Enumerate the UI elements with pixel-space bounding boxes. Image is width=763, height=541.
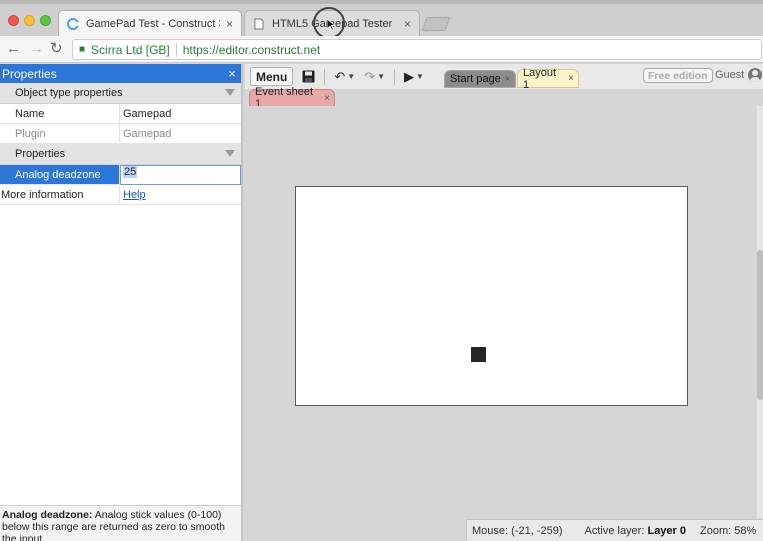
property-help-box: Analog deadzone: Analog stick values (0-… <box>0 505 241 541</box>
status-bar: Mouse: (-21, -259) Active layer: Layer 0… <box>466 519 763 541</box>
minimize-window-button[interactable] <box>24 15 35 26</box>
collapse-caret-icon[interactable] <box>225 89 235 96</box>
tab-layout-1[interactable]: Layout 1 × <box>517 66 579 91</box>
tab-start-page[interactable]: Start page × <box>444 70 516 88</box>
close-tab-icon[interactable]: × <box>404 17 411 31</box>
tab-label: Start page <box>450 73 501 85</box>
property-row-more-information: More information Help <box>0 185 241 205</box>
play-icon[interactable]: ▶ <box>404 69 414 84</box>
properties-panel: Properties × Object type properties Name… <box>0 64 243 541</box>
active-layer-value: Layer 0 <box>647 524 686 537</box>
panel-title: Properties <box>2 66 57 81</box>
help-title: Analog deadzone: <box>2 509 93 521</box>
analog-deadzone-value: 25 <box>123 165 138 178</box>
menu-bar-edge <box>0 0 763 4</box>
lock-icon: ■ <box>79 44 86 55</box>
url-text: https://editor.construct.net <box>182 42 321 57</box>
property-value: Gamepad <box>123 127 172 140</box>
browser-tab-strip: GamePad Test - Construct 3 × HTML5 Gamep… <box>0 0 763 37</box>
address-bar[interactable]: ■ Scirra Ltd [GB] https://editor.constru… <box>72 39 762 60</box>
help-link[interactable]: Help <box>123 189 146 201</box>
undo-icon[interactable]: ↶ <box>334 69 345 84</box>
close-tab-icon[interactable]: × <box>324 93 330 104</box>
mouse-coordinates: Mouse: (-21, -259) <box>472 524 563 537</box>
property-row-name[interactable]: Name Gamepad <box>0 104 241 124</box>
active-layer-label: Active layer: <box>584 524 645 537</box>
properties-header: Properties × <box>0 64 241 83</box>
toolbar-divider <box>324 68 326 85</box>
property-label: Plugin <box>0 124 120 143</box>
mouse-cursor-icon <box>327 19 335 31</box>
tab-event-sheet-1[interactable]: Event sheet 1 × <box>249 86 335 110</box>
tab-title: GamePad Test - Construct 3 <box>86 18 220 30</box>
scrollbar-thumb[interactable] <box>757 250 763 400</box>
browser-tab-construct[interactable]: GamePad Test - Construct 3 × <box>58 10 242 37</box>
toolbar-divider <box>394 68 395 85</box>
redo-icon[interactable]: ↷ <box>364 69 375 84</box>
close-tab-icon[interactable]: × <box>226 17 233 31</box>
property-label: Analog deadzone <box>0 165 120 184</box>
maximize-window-button[interactable] <box>40 15 51 26</box>
menu-button[interactable]: Menu <box>250 67 294 86</box>
property-value-cell: Help <box>120 185 241 204</box>
site-identity: Scirra Ltd [GB] <box>91 42 170 57</box>
section-label: Properties <box>15 148 66 160</box>
back-arrow-icon[interactable]: ← <box>6 41 21 57</box>
forward-arrow-icon[interactable]: → <box>29 41 44 57</box>
free-edition-badge[interactable]: Free edition <box>643 68 713 83</box>
layout-canvas[interactable] <box>295 186 688 406</box>
analog-deadzone-input[interactable]: 25 <box>120 164 241 185</box>
close-window-button[interactable] <box>8 15 19 26</box>
play-dropdown-icon[interactable]: ▼ <box>416 72 424 81</box>
collapse-caret-icon[interactable] <box>225 150 235 157</box>
property-value-cell: 25 <box>120 164 241 185</box>
section-label: Object type properties <box>15 87 123 99</box>
tab-label: Layout 1 <box>523 66 557 91</box>
undo-dropdown-icon[interactable]: ▼ <box>347 72 355 81</box>
new-tab-button[interactable] <box>421 17 451 31</box>
property-row-plugin: Plugin Gamepad <box>0 124 241 144</box>
gamepad-object-instance[interactable] <box>471 347 486 362</box>
user-name[interactable]: Guest <box>715 69 744 81</box>
close-tab-icon[interactable]: × <box>505 74 511 85</box>
active-layer-status: Active layer: Layer 0 <box>584 525 686 537</box>
redo-dropdown-icon[interactable]: ▼ <box>377 72 385 81</box>
reload-icon[interactable]: ↻ <box>50 41 63 57</box>
construct-logo-icon <box>67 18 79 30</box>
section-properties[interactable]: Properties <box>0 144 241 165</box>
page-icon <box>254 18 264 29</box>
zoom-level: Zoom: 58% <box>700 524 757 537</box>
property-value[interactable]: Gamepad <box>120 104 241 123</box>
browser-toolbar: ← → ↻ ■ Scirra Ltd [GB] https://editor.c… <box>0 36 763 63</box>
address-divider <box>175 42 177 57</box>
save-icon[interactable] <box>302 70 315 83</box>
close-panel-icon[interactable]: × <box>223 66 241 81</box>
property-label: Name <box>0 104 120 123</box>
section-object-type-properties[interactable]: Object type properties <box>0 83 241 104</box>
close-tab-icon[interactable]: × <box>568 73 574 84</box>
user-avatar-icon[interactable] <box>748 68 762 82</box>
property-row-analog-deadzone[interactable]: Analog deadzone 25 <box>0 164 241 185</box>
property-label: More information <box>0 185 120 204</box>
